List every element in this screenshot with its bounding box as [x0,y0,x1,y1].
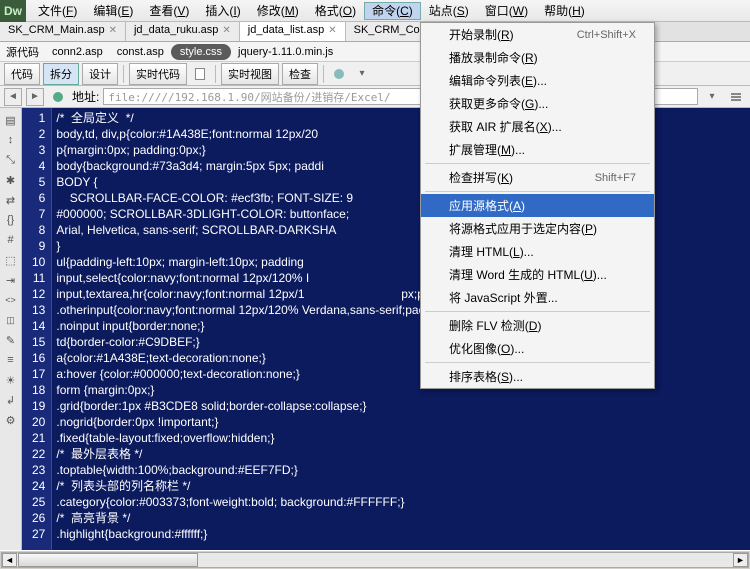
related-file[interactable]: jquery-1.11.0.min.js [231,44,340,60]
app-logo: Dw [0,0,26,22]
live-code-button[interactable]: 实时代码 [129,63,187,85]
menu-v[interactable]: 查看(V) [141,2,197,20]
tool-wrap-icon[interactable]: ↲ [3,392,19,408]
tool-balance-icon[interactable]: ⇄ [3,192,19,208]
tool-html-icon[interactable]: <> [3,292,19,308]
close-tab-icon[interactable]: ✕ [222,25,230,36]
menu-e[interactable]: 编辑(E) [85,2,141,20]
menu-item[interactable]: 获取更多命令(G)... [421,92,654,115]
menu-w[interactable]: 窗口(W) [477,2,536,20]
related-file[interactable]: const.asp [110,44,171,60]
split-view-button[interactable]: 拆分 [43,63,79,85]
menu-item[interactable]: 将 JavaScript 外置... [421,286,654,309]
tool-expand-icon[interactable]: ⤡ [3,152,19,168]
menu-s[interactable]: 站点(S) [421,2,477,20]
tool-indent-icon[interactable]: ⇥ [3,272,19,288]
menu-item[interactable]: 开始录制(R)Ctrl+Shift+X [421,23,654,46]
addr-dropdown-icon[interactable]: ▾ [702,87,722,107]
scroll-thumb[interactable] [18,553,198,567]
menu-item[interactable]: 将源格式应用于选定内容(P) [421,217,654,240]
forward-button[interactable]: ► [26,88,44,106]
menu-item[interactable]: 扩展管理(M)... [421,138,654,161]
menu-o[interactable]: 格式(O) [307,2,364,20]
tool-css-icon[interactable]: ◫ [3,312,19,328]
related-file[interactable]: conn2.asp [45,44,110,60]
refresh-icon[interactable] [329,64,349,84]
menu-item[interactable]: 应用源格式(A) [421,194,654,217]
tool-collapse-icon[interactable]: ↕ [3,132,19,148]
scroll-right-button[interactable]: ► [733,553,748,567]
live-view-button[interactable]: 实时视图 [221,63,279,85]
tool-open-icon[interactable]: ▤ [3,112,19,128]
options-icon[interactable]: ▾ [352,64,372,84]
tool-select-icon[interactable]: ✱ [3,172,19,188]
related-label: 源代码 [6,44,39,60]
close-tab-icon[interactable]: ✕ [328,25,336,36]
tool-snippet-icon[interactable]: {} [3,212,19,228]
menu-h[interactable]: 帮助(H) [536,2,593,20]
menu-c[interactable]: 命令(C) [364,2,421,20]
menu-item[interactable]: 清理 Word 生成的 HTML(U)... [421,263,654,286]
menu-item[interactable]: 删除 FLV 检测(D) [421,314,654,337]
scroll-left-button[interactable]: ◄ [2,553,17,567]
menu-m[interactable]: 修改(M) [249,2,307,20]
status-bar: ◄ ► [0,550,750,569]
menu-i[interactable]: 插入(I) [197,2,248,20]
tool-recent-icon[interactable]: ✎ [3,332,19,348]
horizontal-scrollbar[interactable]: ◄ ► [1,552,749,568]
related-file[interactable]: style.css [171,44,231,60]
menu-item[interactable]: 播放录制命令(R) [421,46,654,69]
menu-item[interactable]: 检查拼写(K)Shift+F7 [421,166,654,189]
menu-f[interactable]: 文件(F) [30,2,85,20]
home-icon[interactable] [48,87,68,107]
code-toolbar: ▤ ↕ ⤡ ✱ ⇄ {} # ⬚ ⇥ <> ◫ ✎ ≡ ☀ ↲ ⚙ [0,108,22,550]
menu-item[interactable]: 获取 AIR 扩展名(X)... [421,115,654,138]
inspect-button[interactable]: 检查 [282,63,318,85]
tool-highlight-icon[interactable]: ☀ [3,372,19,388]
tool-surround-icon[interactable]: ⬚ [3,252,19,268]
menu-item[interactable]: 优化图像(O)... [421,337,654,360]
back-button[interactable]: ◄ [4,88,22,106]
code-view-button[interactable]: 代码 [4,63,40,85]
tool-format-icon[interactable]: ≡ [3,352,19,368]
live-icon[interactable] [190,64,210,84]
addr-opts-icon[interactable] [726,87,746,107]
doc-tab[interactable]: jd_data_ruku.asp✕ [126,22,240,41]
menu-item[interactable]: 编辑命令列表(E)... [421,69,654,92]
commands-menu: 开始录制(R)Ctrl+Shift+X播放录制命令(R)编辑命令列表(E)...… [420,22,655,389]
line-numbers: 1234567891011121314151617181920212223242… [22,108,52,550]
close-tab-icon[interactable]: ✕ [109,25,117,36]
menu-item[interactable]: 排序表格(S)... [421,365,654,388]
address-label: 地址: [72,88,99,105]
doc-tab[interactable]: SK_CRM_Main.asp✕ [0,22,126,41]
design-view-button[interactable]: 设计 [82,63,118,85]
menu-item[interactable]: 清理 HTML(L)... [421,240,654,263]
tool-comment-icon[interactable]: # [3,232,19,248]
tool-opts-icon[interactable]: ⚙ [3,412,19,428]
doc-tab[interactable]: jd_data_list.asp✕ [240,22,346,41]
